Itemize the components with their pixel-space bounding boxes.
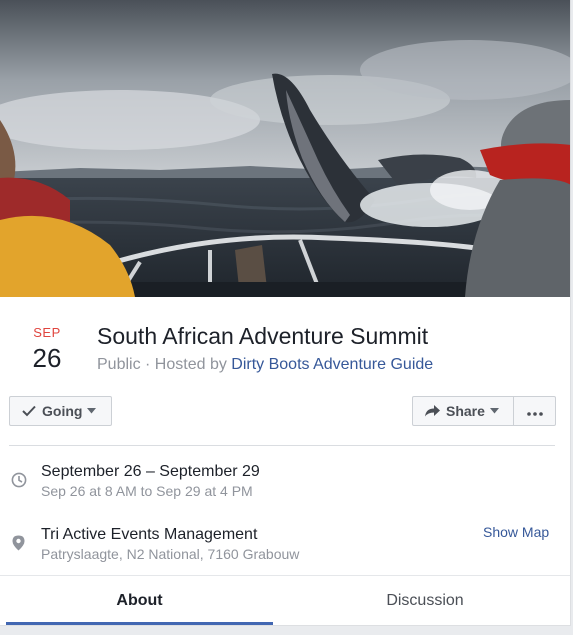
chevron-down-icon — [87, 408, 97, 414]
more-dots-icon — [526, 403, 543, 419]
whale-breach-image — [0, 0, 570, 297]
event-date: SEP 26 — [24, 325, 70, 374]
event-card: SEP 26 South African Adventure Summit Pu… — [0, 0, 571, 626]
tab-discussion[interactable]: Discussion — [290, 576, 560, 625]
going-button[interactable]: Going — [9, 396, 112, 426]
chevron-down-icon — [489, 408, 499, 414]
host-link[interactable]: Dirty Boots Adventure Guide — [231, 356, 433, 373]
active-tab-indicator — [6, 622, 273, 625]
event-subtitle: Public · Hosted by Dirty Boots Adventure… — [97, 355, 433, 375]
event-time-detail: Sep 26 at 8 AM to Sep 29 at 4 PM — [41, 483, 253, 499]
tab-about[interactable]: About — [6, 576, 273, 625]
event-time-range[interactable]: September 26 – September 29 — [41, 462, 260, 482]
show-map-link[interactable]: Show Map — [483, 523, 549, 541]
location-address: Patryslaagte, N2 National, 7160 Grabouw — [41, 546, 300, 562]
event-month: SEP — [33, 325, 61, 340]
map-pin-icon — [12, 535, 25, 551]
share-arrow-icon — [425, 405, 440, 417]
section-divider — [9, 445, 555, 446]
location-name[interactable]: Tri Active Events Management — [41, 525, 257, 545]
more-options-button[interactable] — [513, 396, 556, 426]
hosted-by-label: Hosted by — [154, 356, 232, 373]
going-label: Going — [42, 403, 83, 419]
event-day: 26 — [32, 343, 62, 373]
event-title: South African Adventure Summit — [97, 323, 429, 349]
cover-photo[interactable] — [0, 0, 570, 297]
share-label: Share — [446, 403, 485, 419]
privacy-label: Public — [97, 356, 141, 373]
clock-icon — [11, 472, 27, 488]
separator-dot: · — [140, 356, 155, 373]
check-icon — [22, 405, 36, 417]
share-button[interactable]: Share — [412, 396, 514, 426]
